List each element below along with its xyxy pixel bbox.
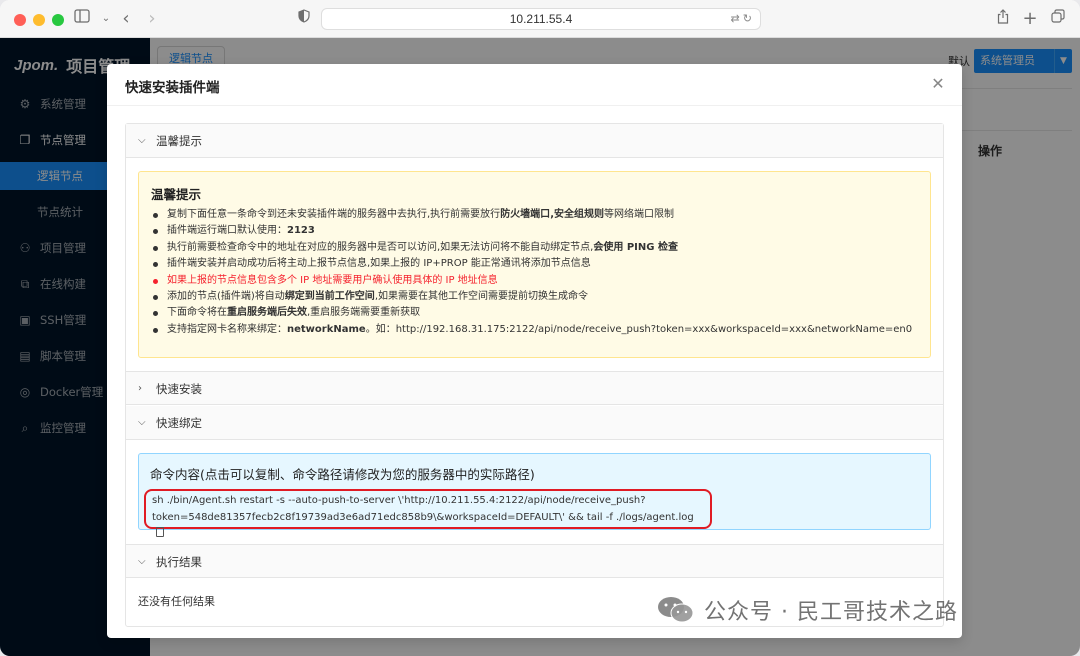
command-copy-box[interactable]: sh ./bin/Agent.sh restart -s --auto-push…: [144, 489, 712, 537]
privacy-shield-icon[interactable]: [294, 9, 314, 29]
list-item: 插件端安装并启动成功后将主动上报节点信息,如果上报的 IP+PROP 能正常通讯…: [153, 256, 918, 272]
forward-icon[interactable]: ›: [142, 9, 162, 29]
install-agent-modal: 快速安装插件端 ✕ ⌵ 温馨提示 温馨提示 复制下面任意一条命令到还未安装插件端…: [107, 64, 962, 638]
list-item: 复制下面任意一条命令到还未安装插件端的服务器中去执行,执行前需要放行防火墙端口,…: [153, 207, 918, 223]
list-item: 下面命令将在重启服务端后失效,重启服务端需要重新获取: [153, 305, 918, 321]
close-window-button[interactable]: [14, 14, 26, 26]
collapse-panels: ⌵ 温馨提示 温馨提示 复制下面任意一条命令到还未安装插件端的服务器中去执行,执…: [125, 123, 944, 627]
chevron-down-icon: ⌵: [138, 135, 146, 146]
watermark: 公众号 · 民工哥技术之路: [656, 594, 958, 626]
list-item-warning: 如果上报的节点信息包含多个 IP 地址需要用户确认使用具体的 IP 地址信息: [153, 273, 918, 289]
command-line-2: token=548de81357fecb2c8f19739ad3e6ad71ed…: [152, 511, 694, 523]
minimize-window-button[interactable]: [33, 14, 45, 26]
close-icon[interactable]: ✕: [928, 74, 948, 94]
tips-alert: 温馨提示 复制下面任意一条命令到还未安装插件端的服务器中去执行,执行前需要放行防…: [138, 171, 931, 358]
chevron-down-icon[interactable]: ⌄: [96, 9, 116, 29]
chevron-right-icon: ›: [138, 383, 142, 394]
chevron-down-icon: ⌵: [138, 417, 146, 428]
panel-header-quick-install[interactable]: › 快速安装: [126, 371, 943, 405]
panel-header-quick-bind[interactable]: ⌵ 快速绑定: [126, 406, 943, 440]
new-tab-icon[interactable]: +: [1020, 9, 1040, 29]
modal-title: 快速安装插件端: [125, 80, 220, 96]
chevron-down-icon: ⌵: [138, 556, 146, 567]
url-text: 10.211.55.4: [509, 12, 573, 26]
command-title: 命令内容(点击可以复制、命令路径请修改为您的服务器中的实际路径): [150, 467, 535, 482]
list-item: 添加的节点(插件端)将自动绑定到当前工作空间,如果需要在其他工作空间需要提前切换…: [153, 289, 918, 305]
watermark-text: 公众号 · 民工哥技术之路: [704, 600, 958, 625]
wechat-icon: [658, 597, 694, 623]
modal-header: 快速安装插件端 ✕: [107, 64, 962, 106]
browser-toolbar: ⌄ ‹ › 10.211.55.4 ⇄ ↻ +: [0, 0, 1080, 38]
browser-window: ⌄ ‹ › 10.211.55.4 ⇄ ↻ + Jpom. 项目管理 ⚙ 系统管理…: [0, 0, 1080, 656]
translate-icon[interactable]: ⇄: [731, 13, 740, 25]
list-item: 执行前需要检查命令中的地址在对应的服务器中是否可以访问,如果无法访问将不能自动绑…: [153, 240, 918, 256]
command-alert: 命令内容(点击可以复制、命令路径请修改为您的服务器中的实际路径) sh ./bi…: [138, 453, 931, 537]
panel-header-result[interactable]: ⌵ 执行结果: [126, 544, 943, 578]
address-bar[interactable]: 10.211.55.4 ⇄ ↻: [321, 8, 761, 30]
share-icon[interactable]: [993, 9, 1013, 29]
result-empty-text: 还没有任何结果: [138, 595, 215, 608]
command-line-1: sh ./bin/Agent.sh restart -s --auto-push…: [152, 495, 646, 506]
copy-icon[interactable]: [156, 527, 164, 537]
list-item: 支持指定网卡名称来绑定：networkName。如：http://192.168…: [153, 322, 918, 338]
tab-overview-icon[interactable]: [1048, 9, 1068, 29]
back-icon[interactable]: ‹: [116, 9, 136, 29]
list-item: 插件端运行端口默认使用：2123: [153, 223, 918, 239]
sidebar-toggle-icon[interactable]: [72, 9, 92, 29]
reload-icon[interactable]: ↻: [743, 13, 752, 25]
tips-title: 温馨提示: [151, 187, 202, 202]
panel-header-tips[interactable]: ⌵ 温馨提示: [126, 124, 943, 158]
zoom-window-button[interactable]: [52, 14, 64, 26]
tips-list: 复制下面任意一条命令到还未安装插件端的服务器中去执行,执行前需要放行防火墙端口,…: [151, 207, 918, 338]
